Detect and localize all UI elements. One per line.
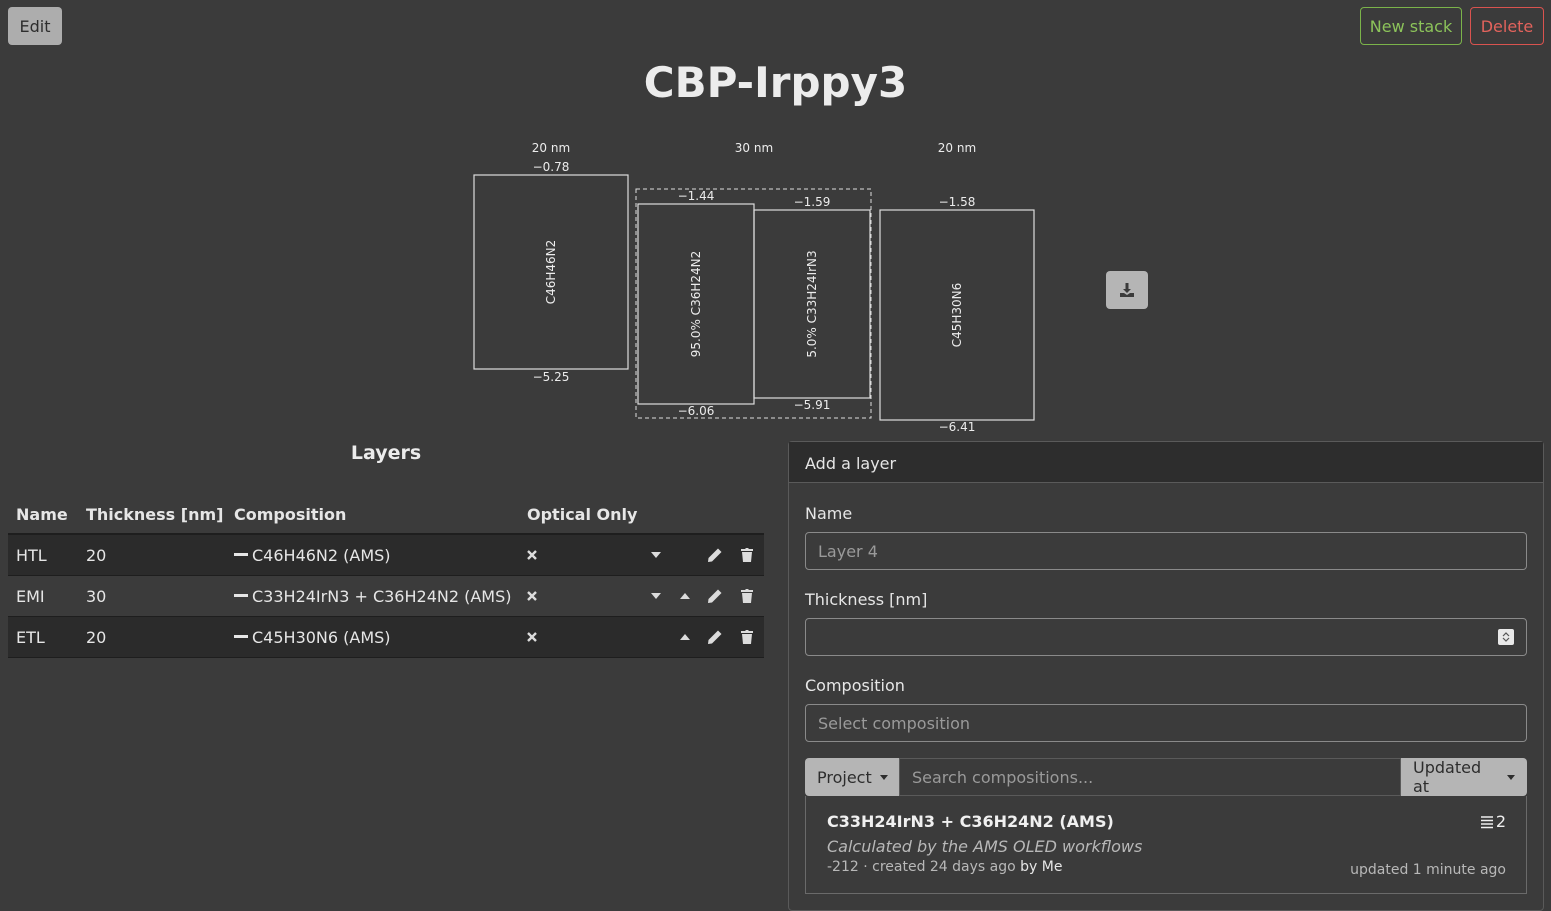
composition-title: C33H24IrN3 + C36H24N2 (AMS) bbox=[827, 812, 1114, 831]
delete-layer-button[interactable] bbox=[738, 628, 756, 646]
table-row: HTL 20 C46H46N2 (AMS) bbox=[8, 535, 764, 576]
delete-layer-button[interactable] bbox=[738, 546, 756, 564]
homo-label: −5.91 bbox=[794, 398, 831, 412]
column-header-optical-only: Optical Only bbox=[527, 505, 638, 524]
spinner-icon[interactable] bbox=[1498, 629, 1514, 645]
trash-icon bbox=[741, 548, 753, 562]
download-icon bbox=[1120, 283, 1134, 297]
project-dropdown[interactable]: Project bbox=[805, 758, 899, 796]
layer-thickness-label: 30 nm bbox=[735, 141, 773, 155]
download-button[interactable] bbox=[1106, 271, 1148, 309]
component-material-label: 5.0% C33H24IrN3 bbox=[805, 250, 819, 357]
composition-count: 2 bbox=[1480, 812, 1506, 831]
layer-thickness-label: 20 nm bbox=[938, 141, 976, 155]
table-row: EMI 30 C33H24IrN3 + C36H24N2 (AMS) bbox=[8, 576, 764, 617]
move-up-button[interactable] bbox=[676, 587, 694, 605]
trash-icon bbox=[741, 589, 753, 603]
layer-composition: C45H30N6 (AMS) bbox=[234, 628, 391, 647]
trash-icon bbox=[741, 630, 753, 644]
edit-layer-button[interactable] bbox=[706, 587, 724, 605]
layer-composition: C33H24IrN3 + C36H24N2 (AMS) bbox=[234, 587, 512, 606]
move-down-button[interactable] bbox=[647, 546, 665, 564]
layer-material-label: C46H46N2 bbox=[544, 240, 558, 305]
pencil-icon bbox=[708, 589, 722, 603]
layer-thickness-label: 20 nm bbox=[532, 141, 570, 155]
pencil-icon bbox=[708, 630, 722, 644]
close-icon bbox=[523, 546, 541, 564]
component-material-label: 95.0% C36H24N2 bbox=[689, 251, 703, 358]
table-row: ETL 20 C45H30N6 (AMS) bbox=[8, 617, 764, 658]
edit-layer-button[interactable] bbox=[706, 628, 724, 646]
energy-level-diagram: 20 nm −0.78 C46H46N2 −5.25 30 nm −1.44 9… bbox=[473, 141, 1035, 434]
pencil-icon bbox=[708, 548, 722, 562]
search-input[interactable] bbox=[899, 758, 1401, 796]
column-header-composition: Composition bbox=[234, 505, 347, 524]
lumo-label: −1.44 bbox=[678, 189, 715, 203]
composition-search-group: Project Updated at bbox=[805, 758, 1527, 796]
dash-icon bbox=[234, 594, 248, 597]
layer-composition: C46H46N2 (AMS) bbox=[234, 546, 391, 565]
move-down-button[interactable] bbox=[647, 587, 665, 605]
layer-name: EMI bbox=[16, 587, 45, 606]
move-up-button[interactable] bbox=[676, 628, 694, 646]
thickness-label: Thickness [nm] bbox=[805, 590, 928, 609]
layer-thickness: 20 bbox=[86, 546, 107, 565]
composition-meta: -212 · created 24 days ago by Me bbox=[827, 859, 1063, 875]
composition-updated: updated 1 minute ago bbox=[1350, 862, 1506, 878]
close-icon bbox=[523, 628, 541, 646]
composition-result-item[interactable]: C33H24IrN3 + C36H24N2 (AMS) 2 Calculated… bbox=[805, 796, 1527, 894]
composition-select[interactable]: Select composition bbox=[805, 704, 1527, 742]
list-icon bbox=[1480, 815, 1493, 828]
dash-icon bbox=[234, 635, 248, 638]
homo-label: −6.06 bbox=[678, 404, 715, 418]
layers-heading: Layers bbox=[350, 442, 422, 464]
layer-thickness: 20 bbox=[86, 628, 107, 647]
add-layer-panel: Add a layer Name Thickness [nm] Composit… bbox=[788, 441, 1544, 911]
caret-down-icon bbox=[1507, 774, 1515, 780]
column-header-name: Name bbox=[16, 505, 68, 524]
name-input[interactable] bbox=[805, 532, 1527, 570]
layer-material-label: C45H30N6 bbox=[950, 283, 964, 348]
column-header-thickness: Thickness [nm] bbox=[86, 505, 224, 524]
layer-name: HTL bbox=[16, 546, 47, 565]
caret-up-icon bbox=[680, 593, 690, 599]
dash-icon bbox=[234, 553, 248, 556]
caret-down-icon bbox=[651, 552, 661, 558]
name-label: Name bbox=[805, 504, 853, 523]
caret-down-icon bbox=[651, 593, 661, 599]
close-icon bbox=[523, 587, 541, 605]
composition-description: Calculated by the AMS OLED workflows bbox=[827, 837, 1143, 856]
homo-label: −6.41 bbox=[939, 420, 976, 434]
layer-thickness: 30 bbox=[86, 587, 107, 606]
thickness-input[interactable] bbox=[805, 618, 1527, 656]
composition-label: Composition bbox=[805, 676, 905, 695]
panel-header: Add a layer bbox=[789, 442, 1543, 483]
caret-up-icon bbox=[680, 634, 690, 640]
sort-dropdown[interactable]: Updated at bbox=[1401, 758, 1527, 796]
layer-name: ETL bbox=[16, 628, 45, 647]
edit-layer-button[interactable] bbox=[706, 546, 724, 564]
delete-layer-button[interactable] bbox=[738, 587, 756, 605]
lumo-label: −0.78 bbox=[533, 160, 570, 174]
lumo-label: −1.58 bbox=[939, 195, 976, 209]
lumo-label: −1.59 bbox=[794, 195, 831, 209]
caret-down-icon bbox=[879, 774, 888, 780]
homo-label: −5.25 bbox=[533, 370, 570, 384]
